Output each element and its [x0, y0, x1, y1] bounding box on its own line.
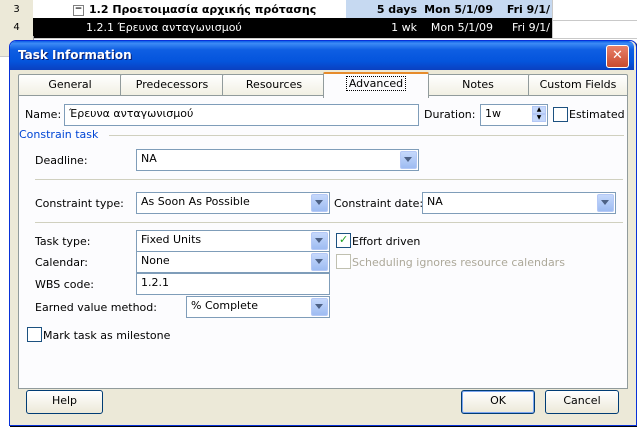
- start-cell[interactable]: Mon 5/1/09: [417, 0, 498, 20]
- wbs-code-field[interactable]: 1.2.1: [136, 273, 330, 295]
- spin-up-icon[interactable]: ▲: [532, 106, 546, 114]
- divider: [35, 222, 623, 223]
- collapse-icon[interactable]: −: [73, 4, 84, 16]
- chevron-down-icon[interactable]: [311, 232, 328, 250]
- title-bar[interactable]: Task Information ✕: [10, 41, 634, 70]
- chevron-down-icon[interactable]: [400, 151, 417, 169]
- divider: [35, 179, 623, 180]
- milestone-label: Mark task as milestone: [43, 329, 171, 342]
- milestone-checkbox[interactable]: [27, 327, 42, 342]
- start-cell[interactable]: Mon 5/1/09: [417, 18, 498, 38]
- constraint-date-value: NA: [427, 195, 443, 208]
- estimated-label: Estimated: [569, 108, 625, 121]
- deadline-label: Deadline:: [35, 154, 88, 167]
- duration-stepper[interactable]: 1w ▲ ▼: [480, 104, 548, 126]
- calendar-value: None: [141, 254, 170, 267]
- estimated-checkbox[interactable]: [553, 107, 568, 122]
- deadline-select[interactable]: NA: [136, 149, 419, 171]
- duration-value: 1w: [485, 107, 501, 120]
- tab-general[interactable]: General: [18, 74, 122, 96]
- deadline-value: NA: [141, 152, 157, 165]
- tab-advanced[interactable]: Advanced: [323, 72, 429, 98]
- chevron-down-icon[interactable]: [311, 253, 328, 271]
- name-label: Name:: [25, 108, 62, 121]
- chevron-down-icon[interactable]: [311, 194, 328, 212]
- duration-cell[interactable]: 5 days: [346, 0, 424, 20]
- earned-value-value: % Complete: [191, 299, 258, 312]
- chevron-down-icon[interactable]: [311, 298, 328, 316]
- constraint-date-label: Constraint date:: [334, 197, 424, 210]
- wbs-code-label: WBS code:: [35, 278, 94, 291]
- finish-cell[interactable]: Fri 9/1/: [493, 0, 553, 20]
- task-type-select[interactable]: Fixed Units: [136, 230, 330, 252]
- duration-label: Duration:: [424, 108, 476, 121]
- row-number: 3: [0, 0, 34, 20]
- constraint-type-select[interactable]: As Soon As Possible: [136, 192, 330, 214]
- task-type-label: Task type:: [35, 235, 91, 248]
- spin-down-icon[interactable]: ▼: [532, 114, 546, 122]
- group-divider: [109, 135, 624, 136]
- earned-value-label: Earned value method:: [35, 301, 157, 314]
- constraint-date-select[interactable]: NA: [422, 192, 616, 214]
- chevron-down-icon[interactable]: [597, 194, 614, 212]
- duration-cell[interactable]: 1 wk: [346, 18, 424, 38]
- tab-custom-fields[interactable]: Custom Fields: [528, 74, 628, 96]
- calendar-label: Calendar:: [35, 256, 88, 269]
- ok-button[interactable]: OK: [461, 390, 535, 414]
- name-field[interactable]: Έρευνα ανταγωνισμού: [64, 104, 419, 126]
- earned-value-select[interactable]: % Complete: [186, 296, 330, 318]
- calendar-select[interactable]: None: [136, 251, 330, 273]
- tab-resources[interactable]: Resources: [222, 74, 326, 96]
- ignore-calendars-checkbox: [336, 254, 351, 269]
- constraint-type-value: As Soon As Possible: [141, 195, 250, 208]
- tab-notes[interactable]: Notes: [426, 74, 530, 96]
- close-icon[interactable]: ✕: [606, 45, 629, 68]
- tab-predecessors[interactable]: Predecessors: [120, 74, 224, 96]
- help-button[interactable]: Help: [26, 390, 103, 414]
- effort-driven-label: Effort driven: [352, 235, 421, 248]
- task-name-cell[interactable]: −1.2 Προετοιμασία αρχικής πρότασης: [33, 0, 387, 20]
- tab-advanced-label: Advanced: [345, 76, 407, 91]
- cancel-button[interactable]: Cancel: [545, 390, 619, 414]
- check-icon: ✓: [339, 233, 349, 246]
- ignore-calendars-label: Scheduling ignores resource calendars: [352, 256, 565, 269]
- advanced-panel: Name: Έρευνα ανταγωνισμού Duration: 1w ▲…: [18, 95, 628, 389]
- effort-driven-checkbox[interactable]: ✓: [336, 233, 351, 248]
- constrain-task-heading: Constrain task: [19, 128, 99, 141]
- task-name-cell[interactable]: 1.2.1 Έρευνα ανταγωνισμού: [33, 18, 400, 38]
- task-type-value: Fixed Units: [141, 233, 202, 246]
- constraint-type-label: Constraint type:: [35, 197, 124, 210]
- finish-cell[interactable]: Fri 9/1/: [493, 18, 553, 38]
- dialog-title: Task Information: [18, 48, 132, 62]
- task-information-dialog: Task Information ✕ General Predecessors …: [9, 40, 637, 426]
- row-number: 4: [0, 18, 34, 38]
